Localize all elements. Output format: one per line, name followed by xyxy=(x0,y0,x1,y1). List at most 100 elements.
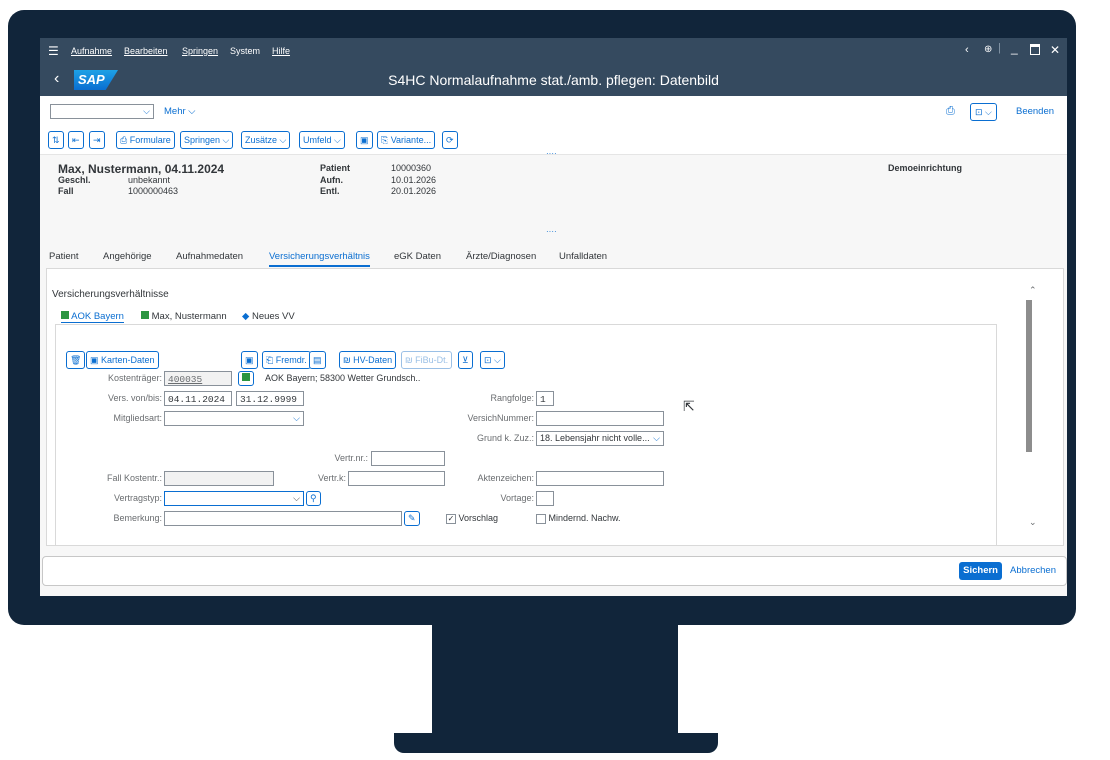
maximize-icon[interactable] xyxy=(1030,44,1040,55)
section-title: Versicherungsverhältnisse xyxy=(52,289,169,300)
green-square-icon xyxy=(61,311,69,319)
header-expand-handle[interactable]: ···· xyxy=(546,227,557,236)
vertrnr-field[interactable] xyxy=(371,451,445,466)
kostentraeger-label: Kostenträger: xyxy=(107,373,162,383)
fremdr-button[interactable]: ⎗ Fremdr. xyxy=(262,351,311,369)
mindernd-checkbox[interactable]: Mindernd. Nachw. xyxy=(536,513,621,524)
footer-bar: Sichern Abbrechen xyxy=(42,556,1067,586)
tab-angehoerige[interactable]: Angehörige xyxy=(103,251,152,262)
karten-daten-button[interactable]: ▣ Karten-Daten xyxy=(86,351,159,369)
formulare-label: Formulare xyxy=(129,135,171,145)
fall-kostentr-field[interactable] xyxy=(164,471,274,486)
delete-button[interactable]: 🗑 xyxy=(66,351,86,369)
scroll-up-icon[interactable]: ⌃ xyxy=(1029,285,1037,296)
entl-value: 20.01.2026 xyxy=(391,186,437,196)
fremdr-label: Fremdr. xyxy=(275,355,307,365)
tab-aufnahmedaten[interactable]: Aufnahmedaten xyxy=(176,251,243,262)
subtab-label: Max, Nustermann xyxy=(151,311,227,322)
grund-select[interactable]: 18. Lebensjahr nicht volle... ⌵ xyxy=(536,431,664,446)
tab-versicherungsverhaeltnis[interactable]: Versicherungsverhältnis xyxy=(269,251,370,267)
mitgliedsart-select[interactable]: ⌵ xyxy=(164,411,304,426)
vorschlag-checkbox[interactable]: ✓ Vorschlag xyxy=(446,513,498,524)
menu-bearbeiten[interactable]: Bearbeiten xyxy=(124,46,168,56)
search-button[interactable]: ⚲ xyxy=(306,491,321,506)
patient-value: 10000360 xyxy=(391,163,432,173)
table-button[interactable]: ▤ xyxy=(309,351,326,369)
collapse-icon[interactable]: ‹ xyxy=(965,44,969,56)
menu-springen[interactable]: Springen xyxy=(182,46,218,56)
next-button[interactable]: ⇥ xyxy=(89,131,105,149)
zusaetze-button[interactable]: Zusätze ⌵ xyxy=(241,131,291,149)
subtab-aok-bayern[interactable]: AOK Bayern xyxy=(61,311,124,323)
rangfolge-field[interactable]: 1 xyxy=(536,391,554,406)
minimize-icon[interactable]: _ xyxy=(1011,41,1018,55)
vers-von-field[interactable]: 04.11.2024 xyxy=(164,391,232,406)
print-icon[interactable]: ⎙ xyxy=(946,105,955,118)
subtab-max-nustermann[interactable]: Max, Nustermann xyxy=(141,311,227,322)
vortage-field[interactable] xyxy=(536,491,554,506)
mindernd-label: Mindernd. Nachw. xyxy=(548,513,621,523)
display-change-button[interactable]: ⇅ xyxy=(48,131,64,149)
status-button[interactable] xyxy=(238,371,254,386)
filter-button[interactable]: ⊻ xyxy=(458,351,473,369)
tab-bar: Patient Angehörige Aufnahmedaten Versich… xyxy=(40,246,1067,268)
fall-kostentr-label: Fall Kostentr.: xyxy=(106,473,162,483)
edit-button[interactable]: ✎ xyxy=(404,511,420,526)
hamburger-icon[interactable]: ☰ xyxy=(48,44,59,58)
page-title: S4HC Normalaufnahme stat./amb. pflegen: … xyxy=(388,72,719,88)
tab-patient[interactable]: Patient xyxy=(49,251,79,262)
vers-bis-field[interactable]: 31.12.9999 xyxy=(236,391,304,406)
scroll-down-icon[interactable]: ⌄ xyxy=(1029,517,1037,528)
green-square-icon xyxy=(141,311,149,319)
save-variant-icon: ⎘ xyxy=(381,135,389,145)
kostentraeger-text: AOK Bayern; 58300 Wetter Grundsch.. xyxy=(265,373,421,383)
menu-hilfe[interactable]: Hilfe xyxy=(272,46,290,56)
close-icon[interactable]: ✕ xyxy=(1050,43,1060,57)
versichnummer-label: VersichNummer: xyxy=(467,413,534,423)
scrollbar-thumb[interactable] xyxy=(1026,300,1032,452)
aufn-label: Aufn. xyxy=(320,175,343,185)
variante-button[interactable]: ⎘ Variante... xyxy=(377,131,436,149)
content-panel: Versicherungsverhältnisse ⌃ ⌄ AOK Bayern… xyxy=(46,268,1064,546)
umfeld-button[interactable]: Umfeld ⌵ xyxy=(299,131,345,149)
checkmark-icon: ✓ xyxy=(446,513,456,524)
abbrechen-button[interactable]: Abbrechen xyxy=(1010,562,1056,580)
previous-button[interactable]: ⇤ xyxy=(68,131,84,149)
chevron-down-icon: ⌵ xyxy=(293,413,300,423)
layout-menu-button[interactable]: ⊡ ⌵ xyxy=(970,103,997,121)
vertragstyp-select[interactable]: ⌵ xyxy=(164,491,304,506)
refresh-button[interactable]: ⟳ xyxy=(442,131,458,149)
fibu-button[interactable]: ₪ FiBu-Dt. xyxy=(401,351,453,369)
command-field[interactable]: ⌵ xyxy=(50,104,154,119)
card-button[interactable]: ▣ xyxy=(241,351,258,369)
tab-aerzte-diagnosen[interactable]: Ärzte/Diagnosen xyxy=(466,251,536,262)
header-collapse-handle[interactable]: ···· xyxy=(546,149,557,158)
tab-unfalldaten[interactable]: Unfalldaten xyxy=(559,251,607,262)
separator: | xyxy=(998,42,1001,54)
formulare-button[interactable]: ⎙ Formulare xyxy=(116,131,175,149)
einrichtung: Demoeinrichtung xyxy=(888,163,963,173)
aktenzeichen-field[interactable] xyxy=(536,471,664,486)
lock-icon[interactable]: ⊕ xyxy=(984,44,992,55)
more-actions-button[interactable]: ⊡ ⌵ xyxy=(480,351,505,369)
monitor-base xyxy=(394,733,718,753)
card-icon-button[interactable]: ▣ xyxy=(356,131,373,149)
mehr-label: Mehr xyxy=(164,106,186,117)
hv-daten-button[interactable]: ₪ HV-Daten xyxy=(339,351,397,369)
menu-aufnahme[interactable]: Aufnahme xyxy=(71,46,112,56)
beenden-button[interactable]: Beenden xyxy=(1016,106,1054,117)
bemerkung-field[interactable] xyxy=(164,511,402,526)
tab-egk-daten[interactable]: eGK Daten xyxy=(394,251,441,262)
mehr-menu[interactable]: Mehr ⌵ xyxy=(164,106,196,117)
menu-system[interactable]: System xyxy=(230,46,260,56)
versichnummer-field[interactable] xyxy=(536,411,664,426)
search-icon: ⚲ xyxy=(310,493,317,503)
subtab-neues-vv[interactable]: ◆ Neues VV xyxy=(242,311,295,322)
sichern-button[interactable]: Sichern xyxy=(959,562,1002,580)
grund-value: 18. Lebensjahr nicht volle... xyxy=(540,433,650,443)
vorschlag-label: Vorschlag xyxy=(458,513,499,523)
vertrk-field[interactable] xyxy=(348,471,445,486)
variante-label: Variante... xyxy=(390,135,432,145)
kostentraeger-field[interactable]: 400035 xyxy=(164,371,232,386)
springen-button[interactable]: Springen ⌵ xyxy=(180,131,234,149)
